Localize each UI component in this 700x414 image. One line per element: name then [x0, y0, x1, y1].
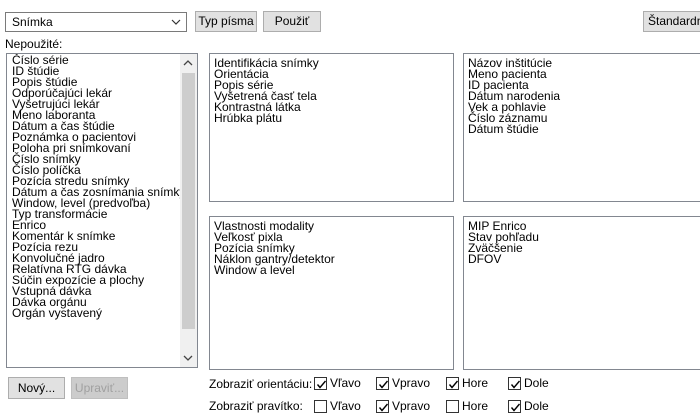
overlay-item[interactable]: Hrúbka plátu	[214, 112, 319, 124]
unused-list-item[interactable]: Orgán vystavený	[12, 307, 185, 319]
orientation-option-label[interactable]: Vľavo	[330, 376, 361, 390]
ruler-checkbox[interactable]	[446, 400, 459, 413]
orientation-option-label[interactable]: Vpravo	[392, 376, 430, 390]
show-ruler-label: Zobraziť pravítko:	[209, 399, 303, 413]
unused-items-list[interactable]: Číslo série ID štúdie Popis štúdie Odporúča…	[6, 53, 198, 368]
font-type-button[interactable]: Typ písma	[195, 11, 257, 32]
overlay-group-select[interactable]: Snímka	[5, 12, 187, 32]
orientation-checkbox[interactable]	[508, 377, 521, 390]
ruler-option-label[interactable]: Hore	[462, 399, 488, 413]
orientation-option-label[interactable]: Dole	[524, 376, 549, 390]
checkmark-icon	[316, 380, 327, 389]
new-button[interactable]: Nový...	[8, 377, 65, 399]
ruler-option-label[interactable]: Vľavo	[330, 399, 361, 413]
overlay-group-value: Snímka	[12, 15, 53, 29]
list-scrollbar[interactable]	[180, 54, 197, 367]
edit-button[interactable]: Upraviť...	[71, 377, 128, 399]
overlay-item[interactable]: DFOV	[468, 253, 539, 265]
overlay-box-top-right[interactable]: Názov inštitúcie Meno pacienta ID pacienta…	[463, 53, 700, 202]
overlay-item[interactable]: Dátum štúdie	[468, 123, 560, 135]
orientation-checkbox[interactable]	[314, 377, 327, 390]
ruler-checkbox[interactable]	[376, 400, 389, 413]
ruler-option-label[interactable]: Dole	[524, 399, 549, 413]
scroll-down-icon[interactable]	[183, 355, 193, 362]
checkmark-icon	[510, 380, 521, 389]
overlay-box-bottom-right[interactable]: MIP Enrico Stav pohľadu Zväčšenie DFOV	[463, 216, 700, 370]
overlay-box-top-left[interactable]: Identifikácia snímky Orientácia Popis séri…	[209, 53, 454, 202]
default-button[interactable]: Štandardné	[643, 11, 700, 32]
overlay-box-bottom-left[interactable]: Vlastnosti modality Veľkosť pixla Pozícia …	[209, 216, 454, 370]
checkmark-icon	[510, 403, 521, 412]
checkmark-icon	[378, 403, 389, 412]
scrollbar-thumb[interactable]	[182, 73, 195, 329]
orientation-option-label[interactable]: Hore	[462, 376, 488, 390]
orientation-checkbox[interactable]	[376, 377, 389, 390]
ruler-checkbox[interactable]	[314, 400, 327, 413]
chevron-down-icon	[171, 19, 181, 25]
overlay-item[interactable]: Window a level	[214, 264, 335, 276]
show-orientation-label: Zobraziť orientáciu:	[209, 377, 313, 391]
ruler-checkbox[interactable]	[508, 400, 521, 413]
checkmark-icon	[378, 380, 389, 389]
orientation-checkbox[interactable]	[446, 377, 459, 390]
scroll-up-icon[interactable]	[183, 59, 193, 66]
checkmark-icon	[448, 380, 459, 389]
unused-label: Nepoužité:	[5, 37, 63, 51]
apply-button[interactable]: Použiť	[263, 11, 321, 32]
ruler-option-label[interactable]: Vpravo	[392, 399, 430, 413]
